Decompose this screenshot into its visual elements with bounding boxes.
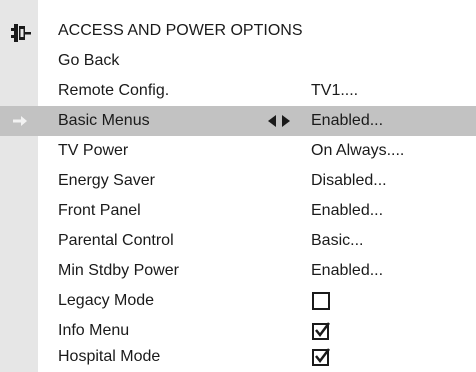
menu-item-energy-saver[interactable]: Energy Saver Disabled...	[0, 166, 476, 196]
menu-item-label: Front Panel	[58, 202, 141, 219]
page-title: ACCESS AND POWER OPTIONS	[58, 22, 303, 39]
menu-title-row: ACCESS AND POWER OPTIONS	[0, 16, 476, 46]
menu-item-label: Min Stdby Power	[58, 262, 179, 279]
menu-item-tv-power[interactable]: TV Power On Always....	[0, 136, 476, 166]
menu-item-label: Go Back	[58, 52, 120, 69]
menu-item-go-back[interactable]: Go Back	[0, 46, 476, 76]
hospital-mode-checkbox[interactable]	[312, 348, 330, 366]
menu-item-value: Enabled...	[311, 202, 384, 219]
menu-item-label: Basic Menus	[58, 112, 150, 129]
legacy-mode-checkbox[interactable]	[312, 292, 330, 310]
menu-item-label: Hospital Mode	[58, 348, 161, 365]
plug-icon	[11, 24, 31, 42]
menu-item-value: Disabled...	[311, 172, 387, 189]
menu-item-legacy-mode[interactable]: Legacy Mode	[0, 286, 476, 316]
menu-item-min-stdby-power[interactable]: Min Stdby Power Enabled...	[0, 256, 476, 286]
menu-item-remote-config[interactable]: Remote Config. TV1....	[0, 76, 476, 106]
menu-item-value: Enabled...	[311, 262, 384, 279]
arrow-right-icon	[13, 116, 27, 126]
menu-item-label: Energy Saver	[58, 172, 155, 189]
menu-item-value: TV1....	[311, 82, 359, 99]
menu-item-label: Parental Control	[58, 232, 174, 249]
menu-item-hospital-mode[interactable]: Hospital Mode	[0, 342, 476, 372]
menu-item-value: Enabled...	[311, 112, 384, 129]
menu-item-label: TV Power	[58, 142, 129, 159]
menu-item-value: Basic...	[311, 232, 364, 249]
menu-item-label: Legacy Mode	[58, 292, 155, 309]
menu-item-value: On Always....	[311, 142, 405, 159]
menu-item-front-panel[interactable]: Front Panel Enabled...	[0, 196, 476, 226]
left-right-arrows-icon[interactable]	[268, 115, 290, 127]
menu-item-basic-menus[interactable]: Basic Menus Enabled...	[0, 106, 476, 136]
menu-item-parental-control[interactable]: Parental Control Basic...	[0, 226, 476, 256]
access-power-options-menu: ACCESS AND POWER OPTIONS Go Back Remote …	[0, 0, 476, 372]
info-menu-checkbox[interactable]	[312, 322, 330, 340]
menu-item-label: Remote Config.	[58, 82, 170, 99]
